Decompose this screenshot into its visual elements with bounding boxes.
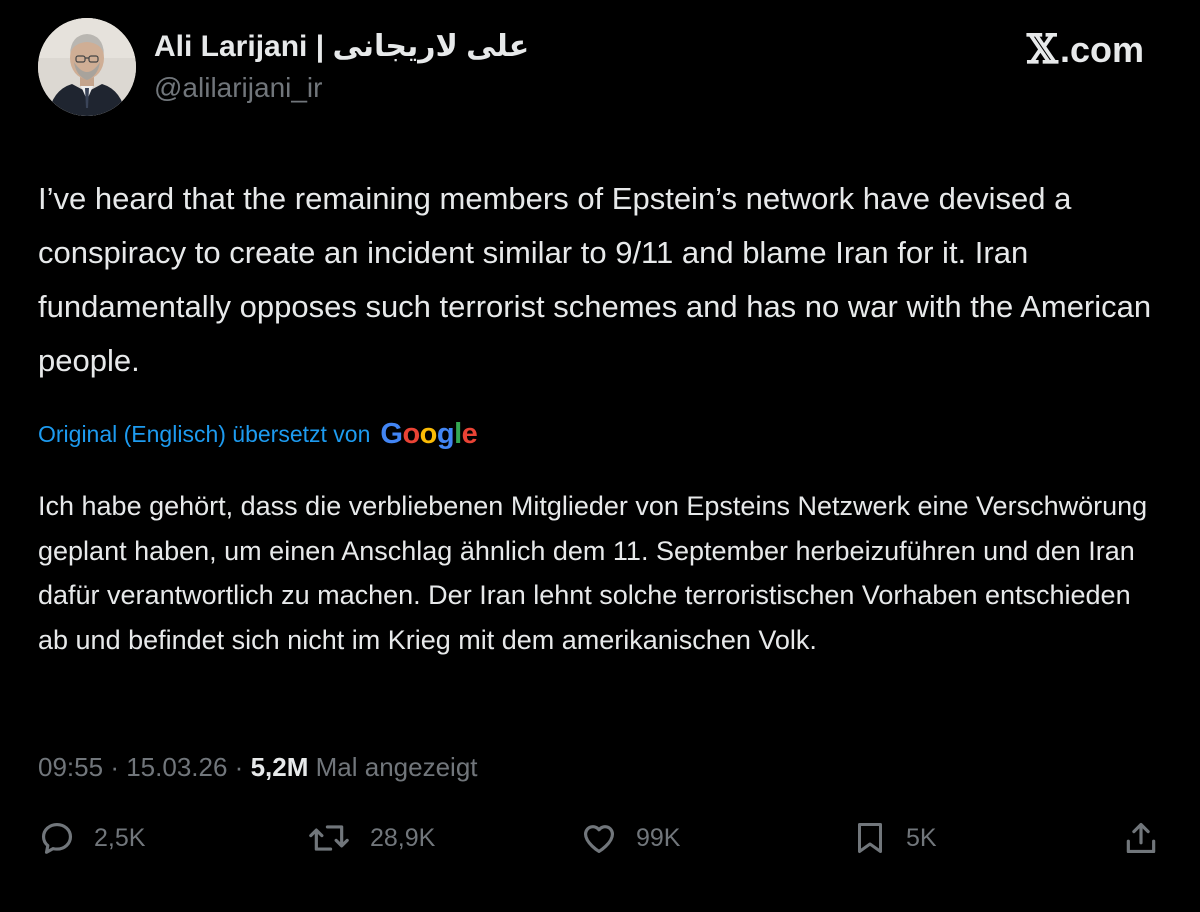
action-bar: 2,5K 28,9K 99K 5K — [0, 812, 1200, 864]
share-button[interactable] — [1122, 812, 1160, 864]
avatar-portrait — [38, 18, 136, 116]
bookmark-count: 5K — [906, 823, 937, 852]
like-button[interactable]: 99K — [580, 812, 680, 864]
author-display-name[interactable]: Ali Larijani | علی لاریجانی — [154, 28, 529, 66]
reply-icon — [41, 822, 73, 854]
meta-separator: · — [110, 752, 119, 782]
translation-note[interactable]: Original (Englisch) übersetzt von Google — [38, 416, 478, 452]
reply-button[interactable]: 2,5K — [38, 812, 145, 864]
author-info: Ali Larijani | علی لاریجانی @alilarijani… — [154, 28, 529, 106]
share-icon — [1126, 822, 1156, 854]
tweet-card: Ali Larijani | علی لاریجانی @alilarijani… — [0, 0, 1200, 912]
brand-domain: .com — [1059, 29, 1144, 70]
tweet-text: I’ve heard that the remaining members of… — [38, 181, 1152, 378]
meta-separator: · — [234, 752, 244, 782]
x-com-brand: 𝕏 .com — [1027, 30, 1144, 70]
views-count: 5,2M — [250, 752, 309, 782]
views-label: Mal angezeigt — [315, 752, 478, 782]
tweet-meta: 09:55 · 15.03.26 · 5,2M Mal angezeigt — [38, 748, 478, 786]
translation-note-text: Original (Englisch) übersetzt von — [38, 421, 371, 447]
bookmark-icon — [858, 823, 882, 853]
google-logo: Google — [380, 418, 478, 450]
author-handle[interactable]: @alilarijani_ir — [154, 70, 529, 106]
tweet-time[interactable]: 09:55 — [38, 752, 103, 782]
reply-count: 2,5K — [94, 823, 146, 852]
like-icon — [583, 825, 615, 854]
repost-icon — [309, 825, 349, 851]
avatar[interactable] — [38, 18, 136, 116]
like-count: 99K — [636, 823, 681, 852]
bookmark-button[interactable]: 5K — [852, 812, 937, 864]
translated-text: Ich habe gehört, dass die verbliebenen M… — [38, 491, 1148, 655]
repost-button[interactable]: 28,9K — [306, 812, 435, 864]
tweet-date[interactable]: 15.03.26 — [126, 752, 227, 782]
x-logo-icon: 𝕏 — [1026, 26, 1058, 73]
repost-count: 28,9K — [370, 823, 436, 852]
